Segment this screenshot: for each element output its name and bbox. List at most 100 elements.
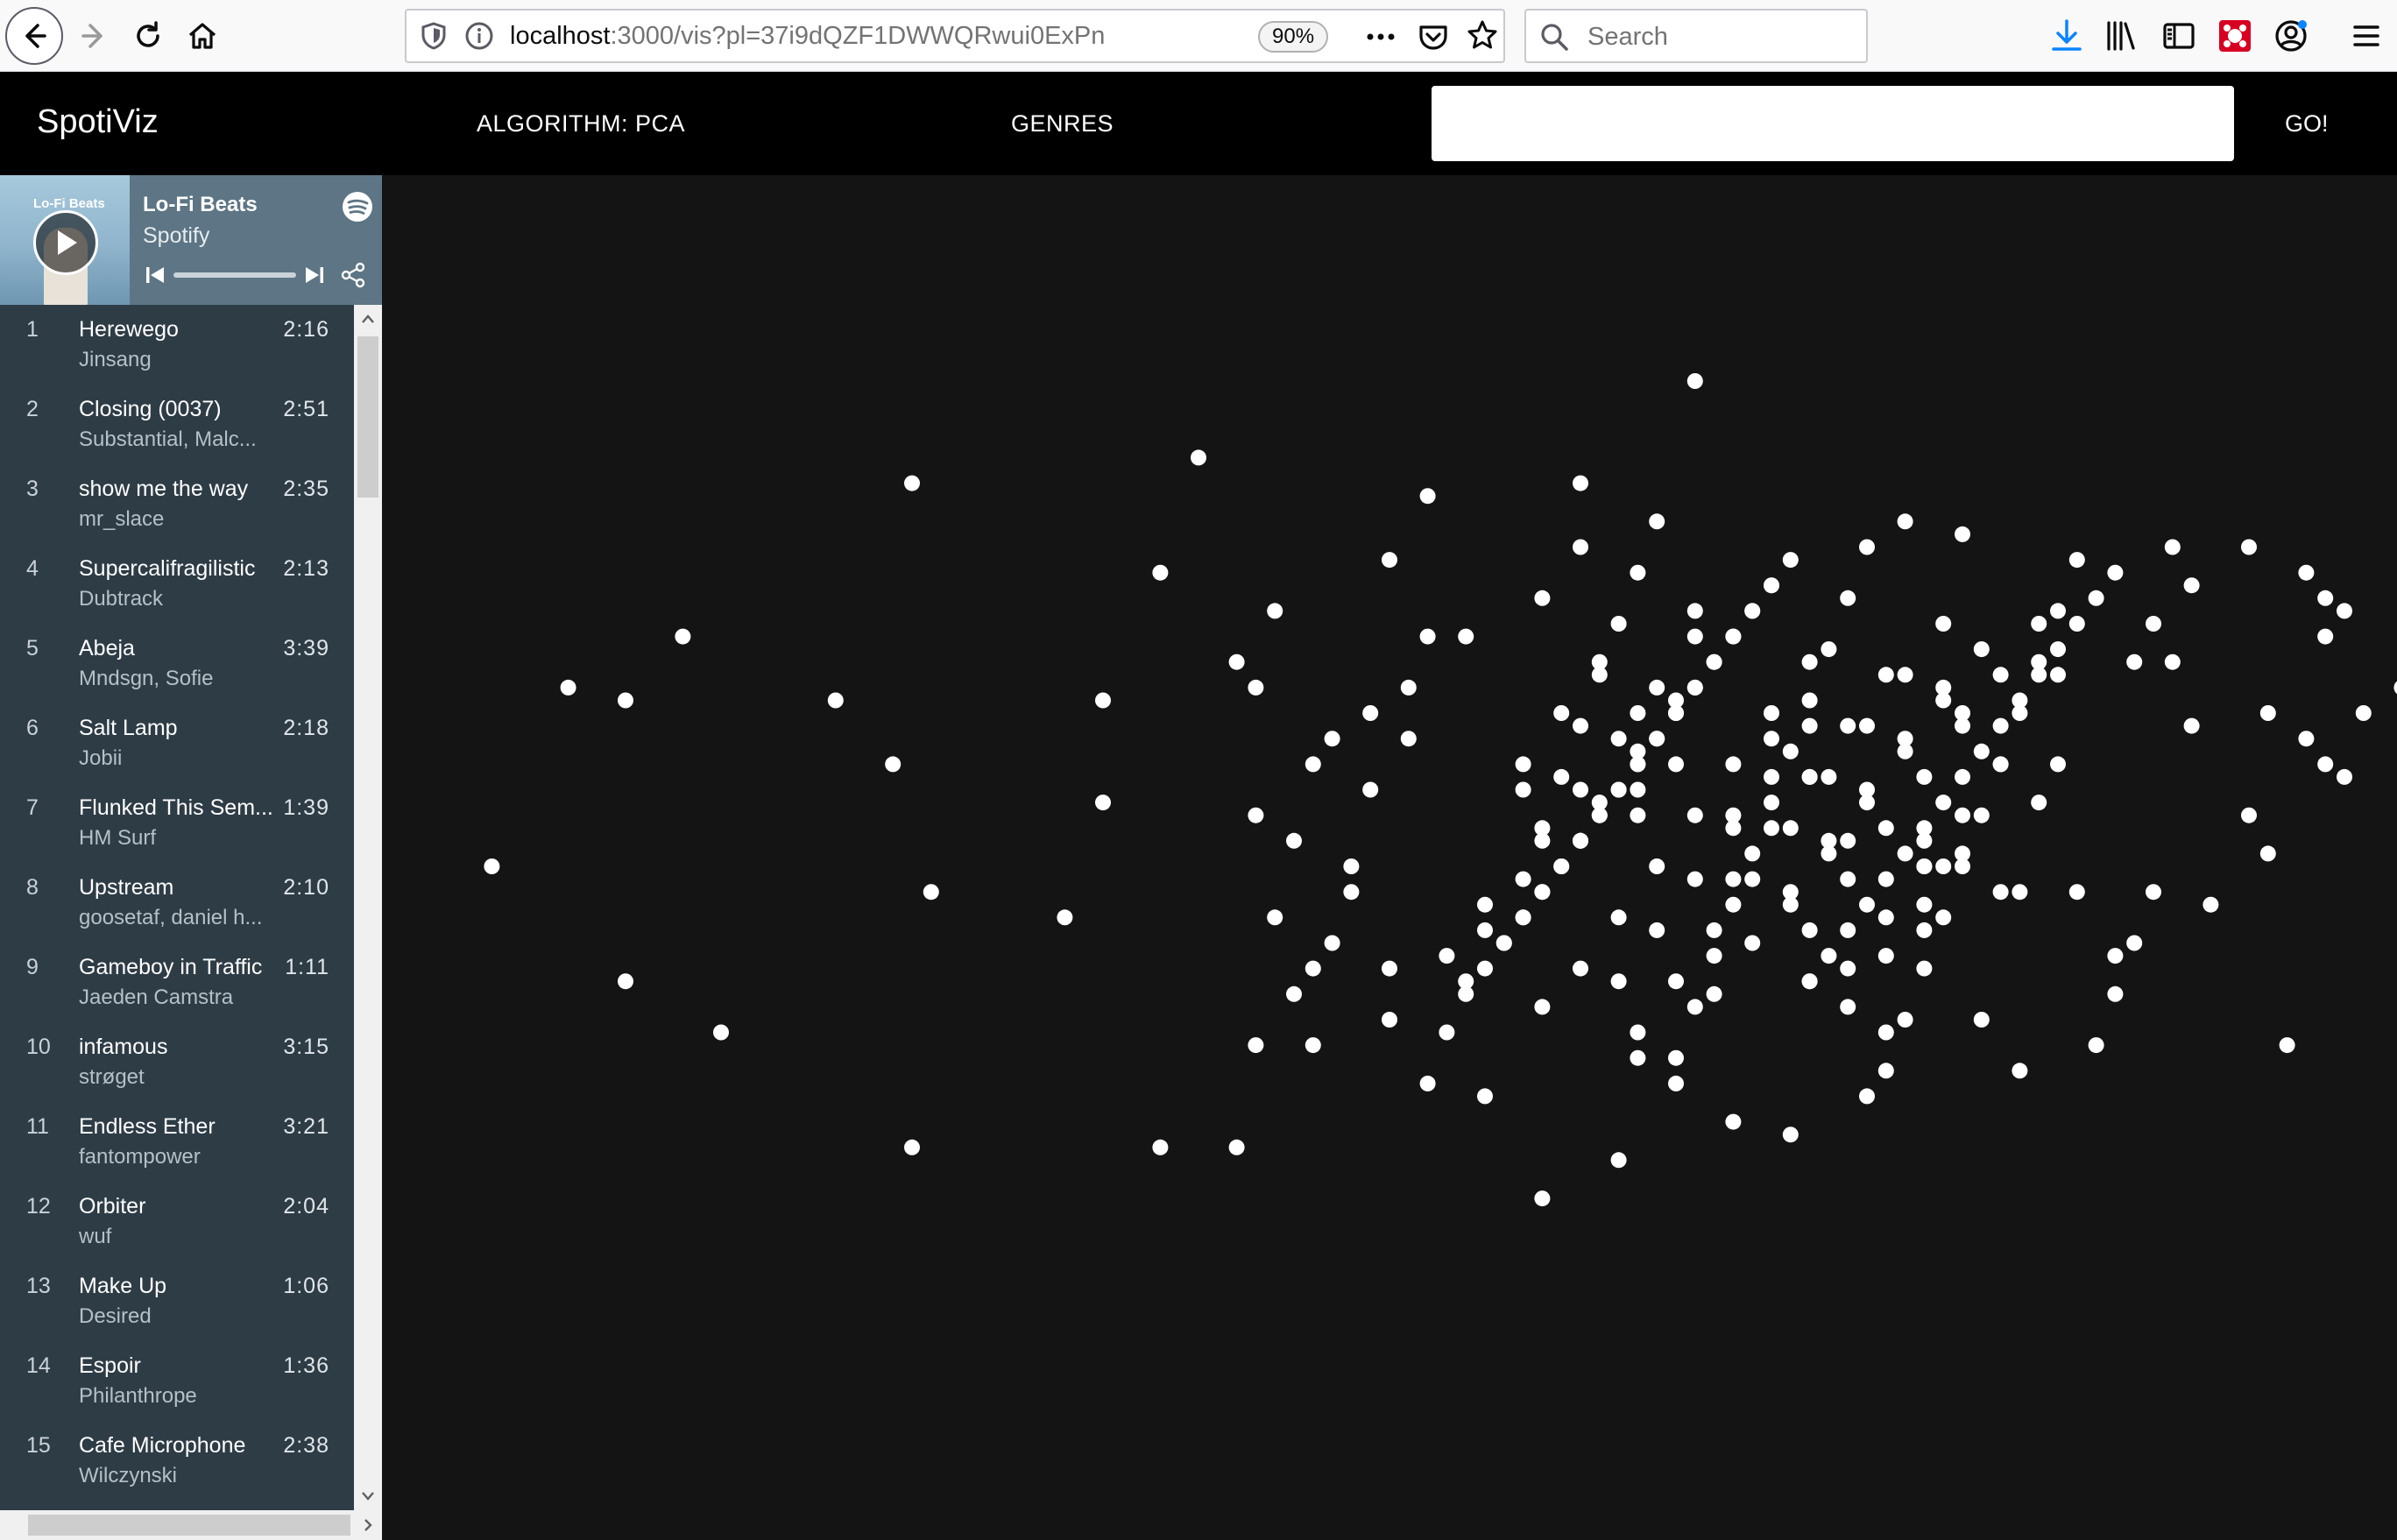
app-brand[interactable]: SpotiViz [37, 103, 159, 141]
song-point[interactable] [1610, 1152, 1627, 1169]
song-point[interactable] [2107, 985, 2124, 1002]
forward-button[interactable] [65, 7, 123, 65]
song-point[interactable] [1630, 807, 1646, 823]
song-point[interactable] [1935, 909, 1952, 926]
song-point[interactable] [1324, 935, 1340, 951]
song-point[interactable] [1686, 807, 1703, 823]
song-point[interactable] [618, 973, 633, 990]
account-icon[interactable] [2273, 18, 2309, 54]
song-point[interactable] [1955, 807, 1970, 823]
song-point[interactable] [923, 884, 939, 901]
song-point[interactable] [1400, 679, 1417, 696]
back-button[interactable] [5, 7, 63, 65]
song-point[interactable] [1630, 1049, 1646, 1066]
song-point[interactable] [1955, 526, 1970, 542]
song-point[interactable] [1782, 884, 1799, 901]
song-point[interactable] [1057, 909, 1073, 926]
song-point[interactable] [1553, 768, 1570, 785]
song-point[interactable] [1859, 896, 1875, 913]
song-point[interactable] [2031, 616, 2047, 632]
song-point[interactable] [1877, 871, 1894, 887]
song-point[interactable] [1343, 858, 1360, 874]
song-point[interactable] [1610, 616, 1627, 632]
song-point[interactable] [484, 858, 500, 874]
extension-icon[interactable] [2217, 18, 2253, 54]
song-point[interactable] [1973, 807, 1990, 823]
song-point[interactable] [1419, 628, 1436, 645]
song-point[interactable] [2259, 845, 2276, 862]
song-point[interactable] [904, 1139, 920, 1155]
genres-button[interactable]: GENRES [1011, 110, 1114, 138]
song-point[interactable] [1573, 781, 1588, 798]
track-row[interactable]: 13 Make Up Desired 1:06 [0, 1261, 354, 1341]
song-point[interactable] [1286, 985, 1302, 1002]
song-point[interactable] [1725, 871, 1742, 887]
song-point[interactable] [1419, 488, 1436, 505]
pocket-icon[interactable] [1416, 19, 1451, 54]
song-point[interactable] [2088, 590, 2104, 606]
song-point[interactable] [1840, 999, 1856, 1015]
song-point[interactable] [1973, 1012, 1990, 1028]
song-point[interactable] [904, 475, 920, 491]
song-point[interactable] [1897, 513, 1913, 530]
song-point[interactable] [1477, 960, 1493, 977]
song-point[interactable] [1973, 743, 1990, 759]
song-point[interactable] [1419, 1075, 1436, 1091]
scatter-plot[interactable] [382, 175, 2397, 1540]
song-point[interactable] [1458, 628, 1474, 645]
song-point[interactable] [2317, 628, 2334, 645]
song-point[interactable] [1305, 756, 1321, 773]
song-point[interactable] [1668, 1075, 1684, 1091]
song-point[interactable] [885, 756, 902, 773]
song-point[interactable] [1782, 820, 1799, 837]
song-point[interactable] [1534, 590, 1551, 606]
song-point[interactable] [1725, 1113, 1742, 1130]
song-point[interactable] [2183, 577, 2200, 594]
song-point[interactable] [1916, 960, 1933, 977]
bookmark-star-icon[interactable] [1465, 18, 1500, 53]
song-point[interactable] [1649, 679, 1665, 696]
song-point[interactable] [1515, 871, 1531, 887]
song-point[interactable] [1992, 884, 2009, 901]
song-point[interactable] [1955, 717, 1970, 734]
song-point[interactable] [1610, 731, 1627, 747]
song-point[interactable] [2203, 896, 2219, 913]
song-point[interactable] [1515, 909, 1531, 926]
song-point[interactable] [1248, 679, 1264, 696]
song-point[interactable] [1877, 948, 1894, 964]
song-point[interactable] [560, 679, 576, 696]
song-point[interactable] [675, 628, 691, 645]
playlist-owner[interactable]: Spotify [143, 223, 209, 249]
song-point[interactable] [1630, 743, 1646, 759]
song-point[interactable] [1495, 935, 1512, 951]
song-point[interactable] [1382, 552, 1397, 569]
song-point[interactable] [1534, 884, 1551, 901]
song-point[interactable] [1706, 653, 1722, 670]
more-options-icon[interactable] [1363, 19, 1398, 54]
song-point[interactable] [1859, 1088, 1875, 1105]
song-point[interactable] [1343, 884, 1360, 901]
song-point[interactable] [1706, 948, 1722, 964]
song-point[interactable] [1706, 922, 1722, 938]
song-point[interactable] [2146, 616, 2161, 632]
song-point[interactable] [2068, 552, 2085, 569]
song-point[interactable] [1764, 577, 1779, 594]
song-point[interactable] [2050, 641, 2066, 658]
song-point[interactable] [1821, 768, 1837, 785]
song-point[interactable] [2164, 539, 2181, 555]
song-point[interactable] [1515, 781, 1531, 798]
song-point[interactable] [1382, 1012, 1397, 1028]
library-icon[interactable] [2103, 18, 2139, 54]
song-point[interactable] [1801, 922, 1818, 938]
track-row[interactable]: 5 Abeja Mndsgn, Sofie 3:39 [0, 624, 354, 703]
song-point[interactable] [2183, 717, 2200, 734]
song-point[interactable] [1859, 539, 1875, 555]
song-point[interactable] [1877, 1063, 1894, 1079]
song-point[interactable] [1801, 768, 1818, 785]
song-point[interactable] [1630, 1024, 1646, 1041]
track-row[interactable]: 14 Espoir Philanthrope 1:36 [0, 1341, 354, 1421]
track-row[interactable]: 2 Closing (0037) Substantial, Malc... 2:51 [0, 385, 354, 464]
song-point[interactable] [2107, 948, 2124, 964]
song-point[interactable] [1686, 628, 1703, 645]
song-point[interactable] [1897, 845, 1913, 862]
